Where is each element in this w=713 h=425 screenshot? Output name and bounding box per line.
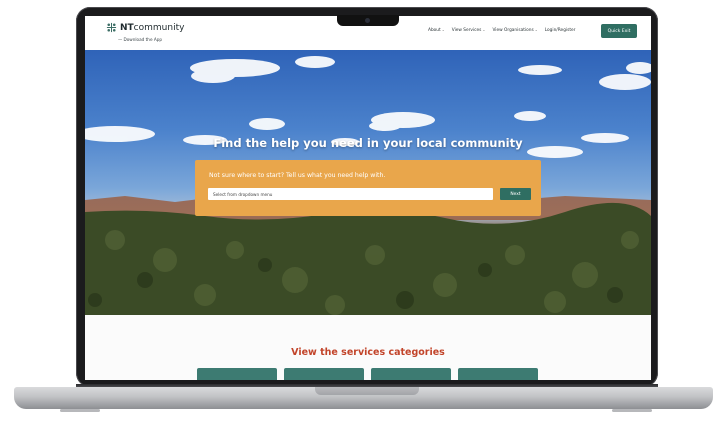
- chevron-down-icon: ⌄: [482, 28, 486, 32]
- camera-notch: [337, 15, 399, 26]
- help-prompt-text: Not sure where to start? Tell us what yo…: [209, 172, 386, 179]
- nav-about-label: About: [428, 28, 441, 33]
- hero-banner: Find the help you need in your local com…: [85, 50, 651, 315]
- category-tile[interactable]: [458, 368, 538, 380]
- logo-brand-rest: community: [133, 22, 185, 33]
- help-finder-panel: Not sure where to start? Tell us what yo…: [195, 160, 541, 216]
- chevron-down-icon: ⌄: [441, 28, 445, 32]
- nav-view-organisations[interactable]: View Organisations⌄: [492, 28, 537, 33]
- quick-exit-button[interactable]: Quick Exit: [601, 24, 637, 38]
- site-logo[interactable]: NTcommunity: [106, 22, 184, 33]
- hero-title: Find the help you need in your local com…: [213, 136, 523, 150]
- nav-login-register-label: Login/Register: [544, 28, 576, 33]
- laptop-opening-notch: [315, 387, 419, 395]
- laptop-foot-left: [60, 409, 100, 412]
- next-button[interactable]: Next: [500, 188, 531, 200]
- category-tile[interactable]: [197, 368, 277, 380]
- nt-community-logo-icon: [106, 22, 117, 33]
- nav-about[interactable]: About⌄: [428, 28, 445, 33]
- laptop-foot-right: [612, 409, 652, 412]
- help-topic-dropdown[interactable]: Select from dropdown menu: [208, 188, 493, 200]
- logo-brand-bold: NT: [120, 22, 134, 33]
- logo-wordmark: NTcommunity: [120, 23, 184, 33]
- nav-view-services[interactable]: View Services⌄: [452, 28, 486, 33]
- download-app-link[interactable]: — Download the App: [118, 37, 162, 42]
- chevron-down-icon: ⌄: [534, 28, 538, 32]
- nav-view-organisations-label: View Organisations: [492, 28, 534, 33]
- nav-view-services-label: View Services: [451, 28, 482, 33]
- help-topic-dropdown-value: Select from dropdown menu: [213, 191, 273, 197]
- service-categories-section: View the services categories: [85, 315, 651, 380]
- categories-heading: View the services categories: [291, 347, 445, 358]
- browser-screen: NTcommunity — Download the App About⌄ Vi…: [85, 16, 651, 380]
- category-tile[interactable]: [371, 368, 451, 380]
- main-nav: About⌄ View Services⌄ View Organisations…: [428, 28, 582, 33]
- nav-login-register[interactable]: Login/Register: [545, 28, 576, 33]
- category-tile[interactable]: [284, 368, 364, 380]
